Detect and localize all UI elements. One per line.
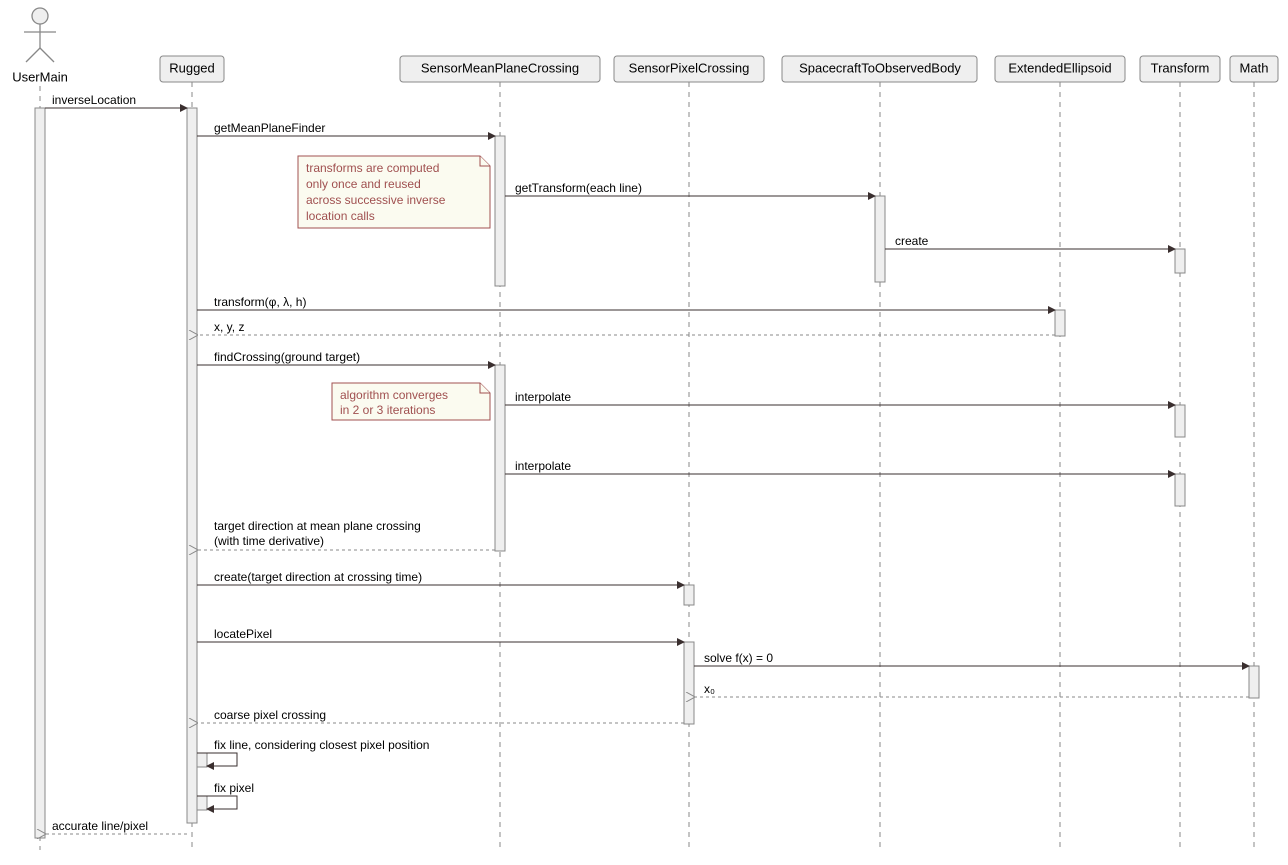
sequence-diagram: UserMain Rugged SensorMeanPlaneCrossing … [0,0,1288,865]
svg-text:Transform: Transform [1151,60,1210,75]
svg-text:location calls: location calls [306,209,375,223]
participant-sensorpixelcrossing: SensorPixelCrossing [614,56,764,82]
activation-rugged [187,108,197,823]
activation-stob [875,196,885,282]
msg-x0: x₀ [704,682,715,696]
svg-text:Rugged: Rugged [169,60,215,75]
activation-spc-2 [684,642,694,724]
svg-text:SensorPixelCrossing: SensorPixelCrossing [629,60,750,75]
participant-extendedellipsoid: ExtendedEllipsoid [995,56,1125,82]
msg-targetdirection-1: target direction at mean plane crossing [214,519,421,533]
actor-label: UserMain [12,69,68,84]
activation-rugged-self-2 [197,796,207,810]
msg-transform: transform(φ, λ, h) [214,295,306,309]
msg-accurate: accurate line/pixel [52,819,148,833]
activation-transform-3 [1175,474,1185,506]
svg-text:transforms are computed: transforms are computed [306,161,439,175]
msg-solve: solve f(x) = 0 [704,651,773,665]
svg-text:across successive inverse: across successive inverse [306,193,446,207]
msg-coarsepixel: coarse pixel crossing [214,708,326,722]
svg-text:Math: Math [1240,60,1269,75]
svg-text:algorithm converges: algorithm converges [340,388,448,402]
activation-ee [1055,310,1065,336]
msg-targetdirection-2: (with time derivative) [214,534,324,548]
msg-inverselocation: inverseLocation [52,93,136,107]
msg-findcrossing: findCrossing(ground target) [214,350,360,364]
activation-transform-1 [1175,249,1185,273]
note-transforms-computed: transforms are computed only once and re… [298,156,490,228]
msg-create-1: create [895,234,929,248]
participant-sensormeanplanecrossing: SensorMeanPlaneCrossing [400,56,600,82]
svg-text:SpacecraftToObservedBody: SpacecraftToObservedBody [799,60,961,75]
activation-smp-1 [495,136,505,286]
svg-text:fix line, considering closest: fix line, considering closest pixel posi… [214,738,429,752]
participant-rugged: Rugged [160,56,224,82]
msg-fixline-self: fix line, considering closest pixel posi… [197,738,429,766]
msg-gettransform: getTransform(each line) [515,181,642,195]
msg-interpolate-1: interpolate [515,390,571,404]
note-algorithm-converges: algorithm converges in 2 or 3 iterations [332,383,490,420]
msg-locatepixel: locatePixel [214,627,272,641]
activation-math [1249,666,1259,698]
activation-usermain [35,108,45,838]
msg-xyz: x, y, z [214,320,244,334]
msg-create-2: create(target direction at crossing time… [214,570,422,584]
participant-transform: Transform [1140,56,1220,82]
activation-spc-1 [684,585,694,605]
activation-rugged-self-1 [197,753,207,767]
activation-transform-2 [1175,405,1185,437]
participant-spacecrafttoobservedbody: SpacecraftToObservedBody [782,56,977,82]
msg-getmeanplanefinder: getMeanPlaneFinder [214,121,325,135]
msg-interpolate-2: interpolate [515,459,571,473]
svg-text:SensorMeanPlaneCrossing: SensorMeanPlaneCrossing [421,60,579,75]
svg-text:ExtendedEllipsoid: ExtendedEllipsoid [1008,60,1111,75]
participant-math: Math [1230,56,1278,82]
svg-text:fix pixel: fix pixel [214,781,254,795]
svg-text:only once and reused: only once and reused [306,177,421,191]
activation-smp-2 [495,365,505,551]
actor-usermain: UserMain [12,8,68,84]
svg-text:in 2 or 3 iterations: in 2 or 3 iterations [340,403,435,417]
